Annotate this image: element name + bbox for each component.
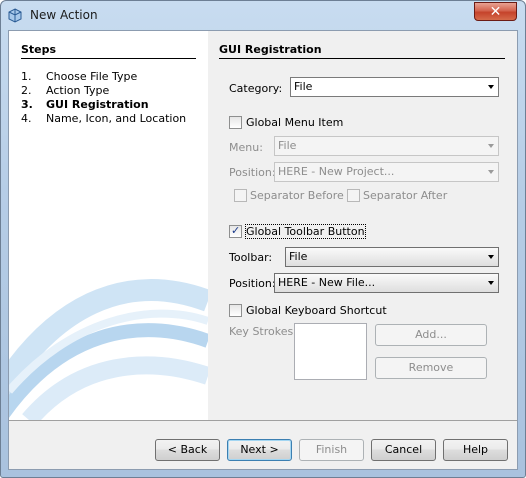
category-label: Category: — [229, 82, 283, 95]
title-bar[interactable]: New Action ✕ — [1, 1, 525, 29]
separator-before-checkbox[interactable] — [234, 189, 247, 202]
chevron-down-icon — [488, 170, 494, 174]
global-toolbar-button-label[interactable]: Global Toolbar Button — [245, 224, 366, 239]
step-item-gui-registration: 3. GUI Registration — [21, 98, 149, 111]
global-keyboard-shortcut-checkbox[interactable] — [229, 304, 242, 317]
step-number: 4. — [21, 112, 32, 125]
category-dropdown[interactable]: File — [290, 77, 499, 97]
menu-value: File — [278, 139, 297, 152]
global-menu-item-label[interactable]: Global Menu Item — [246, 116, 343, 129]
category-value: File — [294, 80, 313, 93]
finish-button[interactable]: Finish — [299, 439, 364, 461]
dialog-client-area: Steps 1. Choose File Type 2. Action Type 3… — [8, 30, 518, 470]
step-label: Choose File Type — [46, 70, 138, 83]
steps-divider — [21, 58, 196, 59]
menu-dropdown[interactable]: File — [274, 136, 499, 156]
wizard-swoosh-graphic — [9, 279, 208, 420]
step-item-action-type: 2. Action Type — [21, 84, 109, 97]
step-number: 1. — [21, 70, 32, 83]
key-strokes-label: Key Strokes: — [229, 325, 297, 338]
back-button[interactable]: < Back — [155, 439, 220, 461]
toolbar-value: File — [289, 250, 308, 263]
key-strokes-list[interactable] — [294, 323, 367, 380]
remove-keystroke-button[interactable]: Remove — [375, 357, 487, 379]
chevron-down-icon — [488, 255, 494, 259]
global-keyboard-shortcut-label[interactable]: Global Keyboard Shortcut — [246, 304, 387, 317]
checkmark-icon: ✓ — [231, 224, 241, 237]
menu-position-value: HERE - New Project... — [278, 165, 395, 178]
menu-label: Menu: — [229, 141, 263, 154]
step-label: GUI Registration — [46, 98, 149, 111]
cancel-button[interactable]: Cancel — [371, 439, 436, 461]
menu-position-dropdown[interactable]: HERE - New Project... — [274, 162, 499, 182]
gui-registration-panel: GUI Registration Category: File Global M… — [208, 31, 517, 420]
panel-title: GUI Registration — [219, 43, 322, 56]
close-button[interactable]: ✕ — [474, 2, 517, 21]
chevron-down-icon — [488, 281, 494, 285]
step-label: Name, Icon, and Location — [46, 112, 187, 125]
next-button[interactable]: Next > — [227, 439, 292, 461]
step-item-name-icon-location: 4. Name, Icon, and Location — [21, 112, 186, 125]
netbeans-app-icon — [8, 8, 22, 23]
steps-title: Steps — [21, 43, 57, 56]
toolbar-position-dropdown[interactable]: HERE - New File... — [274, 273, 499, 293]
toolbar-label: Toolbar: — [229, 251, 273, 264]
step-number: 3. — [21, 98, 33, 111]
menu-position-label: Position: — [229, 166, 276, 179]
global-toolbar-button-checkbox[interactable]: ✓ — [229, 224, 242, 238]
step-label: Action Type — [46, 84, 110, 97]
chevron-down-icon — [488, 144, 494, 148]
toolbar-position-label: Position: — [229, 277, 276, 290]
chevron-down-icon — [488, 85, 494, 89]
step-item-choose-file-type: 1. Choose File Type — [21, 70, 137, 83]
separator-after-label[interactable]: Separator After — [363, 189, 447, 202]
separator-before-label[interactable]: Separator Before — [250, 189, 344, 202]
toolbar-position-value: HERE - New File... — [278, 276, 376, 289]
step-number: 2. — [21, 84, 32, 97]
global-menu-item-checkbox[interactable] — [229, 116, 242, 129]
window-title: New Action — [30, 8, 98, 22]
steps-panel: Steps 1. Choose File Type 2. Action Type 3… — [9, 31, 208, 420]
dialog-window: New Action ✕ Steps 1. Choose File Type 2.… — [0, 0, 526, 478]
button-bar-divider — [9, 420, 517, 421]
panel-title-divider — [219, 58, 505, 59]
separator-after-checkbox[interactable] — [347, 189, 360, 202]
help-button[interactable]: Help — [443, 439, 508, 461]
add-keystroke-button[interactable]: Add... — [375, 324, 487, 346]
toolbar-dropdown[interactable]: File — [285, 247, 499, 267]
close-icon: ✕ — [489, 4, 502, 20]
